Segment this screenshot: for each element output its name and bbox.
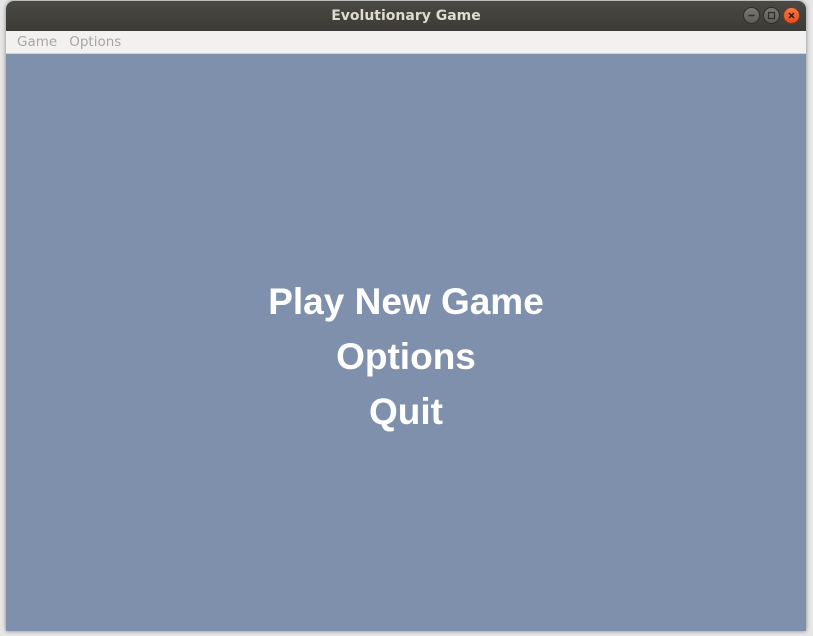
options-button[interactable]: Options [6, 329, 806, 384]
minimize-icon [748, 14, 755, 17]
title-bar[interactable]: Evolutionary Game [6, 1, 806, 31]
quit-button[interactable]: Quit [6, 384, 806, 439]
main-menu: Play New Game Options Quit [6, 274, 806, 439]
minimize-button[interactable] [743, 7, 760, 24]
menu-options[interactable]: Options [63, 31, 127, 53]
maximize-button[interactable] [763, 7, 780, 24]
close-button[interactable] [783, 7, 800, 24]
window-title: Evolutionary Game [331, 8, 481, 24]
maximize-icon [767, 11, 776, 20]
window-controls [743, 7, 800, 24]
menu-bar: Game Options [6, 31, 806, 54]
close-icon [788, 12, 795, 19]
play-new-game-button[interactable]: Play New Game [6, 274, 806, 329]
menu-game[interactable]: Game [11, 31, 63, 53]
game-canvas: Play New Game Options Quit [6, 54, 806, 631]
app-window: Evolutionary Game Game Options Play New … [6, 1, 806, 631]
